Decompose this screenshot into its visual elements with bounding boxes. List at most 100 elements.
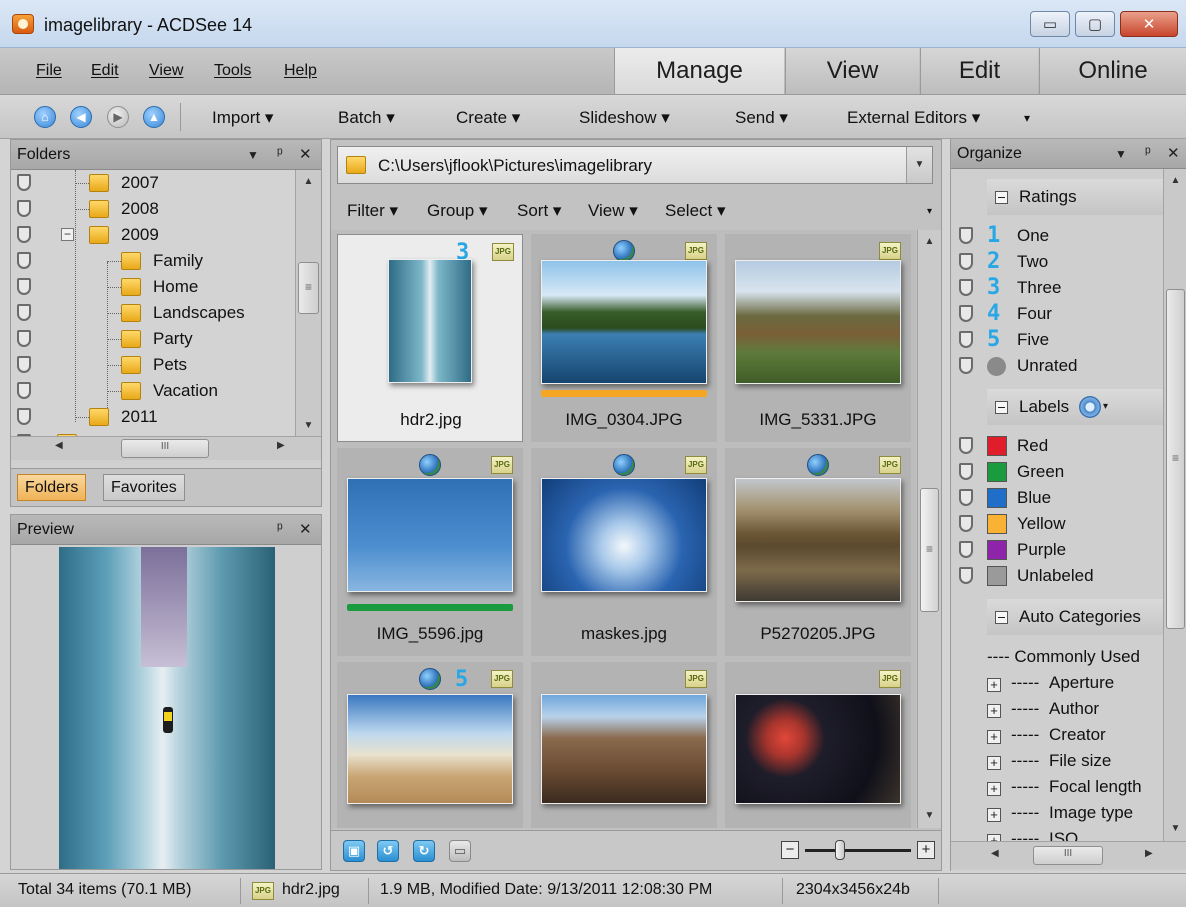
scroll-down-arrow[interactable]: ▼	[296, 420, 321, 431]
auto-categories-section-header[interactable]: Auto Categories	[987, 599, 1163, 635]
category-image-type[interactable]: + ----- Image type	[987, 803, 1163, 829]
select-menu[interactable]: Select ▾	[665, 201, 726, 221]
label-item-purple[interactable]: Purple	[951, 537, 1163, 563]
thumbnail-item[interactable]: JPG IMG_5596.jpg	[337, 448, 523, 656]
send-menu[interactable]: Send ▾	[735, 108, 788, 128]
path-dropdown-button[interactable]: ▼	[906, 147, 932, 183]
thumbnail-vertical-scrollbar[interactable]: ▲ ≡ ▼	[917, 230, 941, 828]
tree-item-family[interactable]: Family	[11, 248, 295, 274]
scroll-left-arrow[interactable]: ◀	[991, 848, 999, 859]
menu-help[interactable]: Help	[284, 62, 317, 80]
category-author[interactable]: + ----- Author	[987, 699, 1163, 725]
rotate-left-icon[interactable]: ↺	[377, 840, 399, 862]
up-folder-button[interactable]: ▲	[143, 106, 165, 128]
ratings-section-header[interactable]: Ratings	[987, 179, 1163, 215]
expand-icon[interactable]: +	[987, 782, 1001, 796]
thumbnail-item[interactable]: JPG IMG_0304.JPG	[531, 234, 717, 442]
menu-tools[interactable]: Tools	[214, 62, 251, 80]
folders-vertical-scrollbar[interactable]: ▲ ≡ ▼	[295, 170, 321, 436]
external-editors-menu[interactable]: External Editors ▾	[847, 108, 980, 128]
close-panel-icon[interactable]: ✕	[299, 145, 312, 163]
menu-view[interactable]: View	[149, 62, 183, 80]
minimize-button[interactable]: ▭	[1030, 11, 1070, 37]
close-panel-icon[interactable]: ✕	[299, 520, 312, 538]
scroll-down-arrow[interactable]: ▼	[918, 810, 941, 821]
scroll-thumb[interactable]: ≡	[1166, 289, 1185, 629]
thumbnail-item[interactable]: JPG	[725, 662, 911, 828]
tree-item-pets[interactable]: Pets	[11, 352, 295, 378]
thumbnail-item[interactable]: JPG maskes.jpg	[531, 448, 717, 656]
pin-icon[interactable]: ᵖ	[1145, 144, 1151, 161]
forward-button[interactable]: ▶	[107, 106, 129, 128]
zoom-out-button[interactable]: −	[781, 841, 799, 859]
path-combobox[interactable]: C:\Users\jflook\Pictures\imagelibrary ▼	[337, 146, 933, 184]
filter-menu[interactable]: Filter ▾	[347, 201, 398, 221]
pin-icon[interactable]: ᵖ	[277, 520, 283, 537]
tree-item-party[interactable]: Party	[11, 326, 295, 352]
tab-folders[interactable]: Folders	[17, 474, 87, 501]
import-menu[interactable]: Import ▾	[212, 108, 273, 128]
tree-item-2008[interactable]: 2008	[11, 196, 295, 222]
tab-manage[interactable]: Manage	[614, 48, 784, 94]
zoom-slider-track[interactable]	[805, 849, 911, 852]
rating-item-two[interactable]: 2 Two	[951, 249, 1163, 275]
group-menu[interactable]: Group ▾	[427, 201, 488, 221]
organize-horizontal-scrollbar[interactable]: ◀ III ▶	[951, 841, 1186, 869]
thumbnail-item[interactable]: JPG	[531, 662, 717, 828]
scroll-right-arrow[interactable]: ▶	[1145, 848, 1153, 859]
zoom-slider-knob[interactable]	[835, 840, 845, 860]
filterbar-overflow-button[interactable]: ▾	[927, 206, 932, 217]
tree-item-vacation[interactable]: Vacation	[11, 378, 295, 404]
view-menu[interactable]: View ▾	[588, 201, 638, 221]
panel-menu-icon[interactable]: ▼	[1115, 147, 1127, 161]
label-settings-gear-icon[interactable]	[1079, 396, 1101, 418]
rating-item-four[interactable]: 4 Four	[951, 301, 1163, 327]
label-item-blue[interactable]: Blue	[951, 485, 1163, 511]
label-item-green[interactable]: Green	[951, 459, 1163, 485]
slideshow-menu[interactable]: Slideshow ▾	[579, 108, 670, 128]
rotate-right-icon[interactable]: ↻	[413, 840, 435, 862]
rating-item-unrated[interactable]: Unrated	[951, 353, 1163, 379]
create-menu[interactable]: Create ▾	[456, 108, 520, 128]
scroll-right-arrow[interactable]: ▶	[277, 440, 285, 451]
scroll-up-arrow[interactable]: ▲	[1164, 175, 1186, 186]
home-button[interactable]: ⌂	[34, 106, 56, 128]
expand-icon[interactable]: +	[987, 678, 1001, 692]
sort-menu[interactable]: Sort ▾	[517, 201, 561, 221]
back-button[interactable]: ◀	[70, 106, 92, 128]
category-creator[interactable]: + ----- Creator	[987, 725, 1163, 751]
scroll-thumb[interactable]: ≡	[920, 488, 939, 612]
tree-item-landscapes[interactable]: Landscapes	[11, 300, 295, 326]
scroll-thumb[interactable]: ≡	[298, 262, 319, 314]
category-aperture[interactable]: + ----- Aperture	[987, 673, 1163, 699]
tree-item-2009[interactable]: − 2009	[11, 222, 295, 248]
scroll-thumb[interactable]: III	[121, 439, 209, 458]
close-panel-icon[interactable]: ✕	[1167, 144, 1180, 162]
toolbar-overflow-button[interactable]: ▾	[1024, 111, 1030, 125]
rating-item-three[interactable]: 3 Three	[951, 275, 1163, 301]
thumbnail-item[interactable]: 5 JPG	[337, 662, 523, 828]
category-file-size[interactable]: + ----- File size	[987, 751, 1163, 777]
scroll-up-arrow[interactable]: ▲	[918, 236, 941, 247]
maximize-button[interactable]: ▢	[1075, 11, 1115, 37]
collapse-toggle-icon[interactable]: −	[61, 228, 74, 241]
tab-online[interactable]: Online	[1039, 48, 1186, 94]
expand-icon[interactable]: +	[987, 756, 1001, 770]
tab-favorites[interactable]: Favorites	[103, 474, 185, 501]
category-iso[interactable]: + ----- ISO	[987, 829, 1163, 841]
folders-horizontal-scrollbar[interactable]: ◀ III ▶	[11, 436, 321, 460]
collapse-icon[interactable]	[995, 401, 1008, 414]
tab-view[interactable]: View	[785, 48, 919, 94]
tree-item-home[interactable]: Home	[11, 274, 295, 300]
compare-icon[interactable]: ▭	[449, 840, 471, 862]
scroll-thumb[interactable]: III	[1033, 846, 1103, 865]
organize-vertical-scrollbar[interactable]: ▲ ≡ ▼	[1163, 169, 1186, 841]
category-commonly-used[interactable]: ---- Commonly Used	[987, 647, 1140, 667]
close-button[interactable]: ✕	[1120, 11, 1178, 37]
tab-edit[interactable]: Edit	[920, 48, 1038, 94]
label-item-yellow[interactable]: Yellow	[951, 511, 1163, 537]
menu-file[interactable]: File	[36, 62, 62, 80]
label-item-red[interactable]: Red	[951, 433, 1163, 459]
thumbnail-item[interactable]: JPG IMG_5331.JPG	[725, 234, 911, 442]
scroll-down-arrow[interactable]: ▼	[1164, 823, 1186, 834]
